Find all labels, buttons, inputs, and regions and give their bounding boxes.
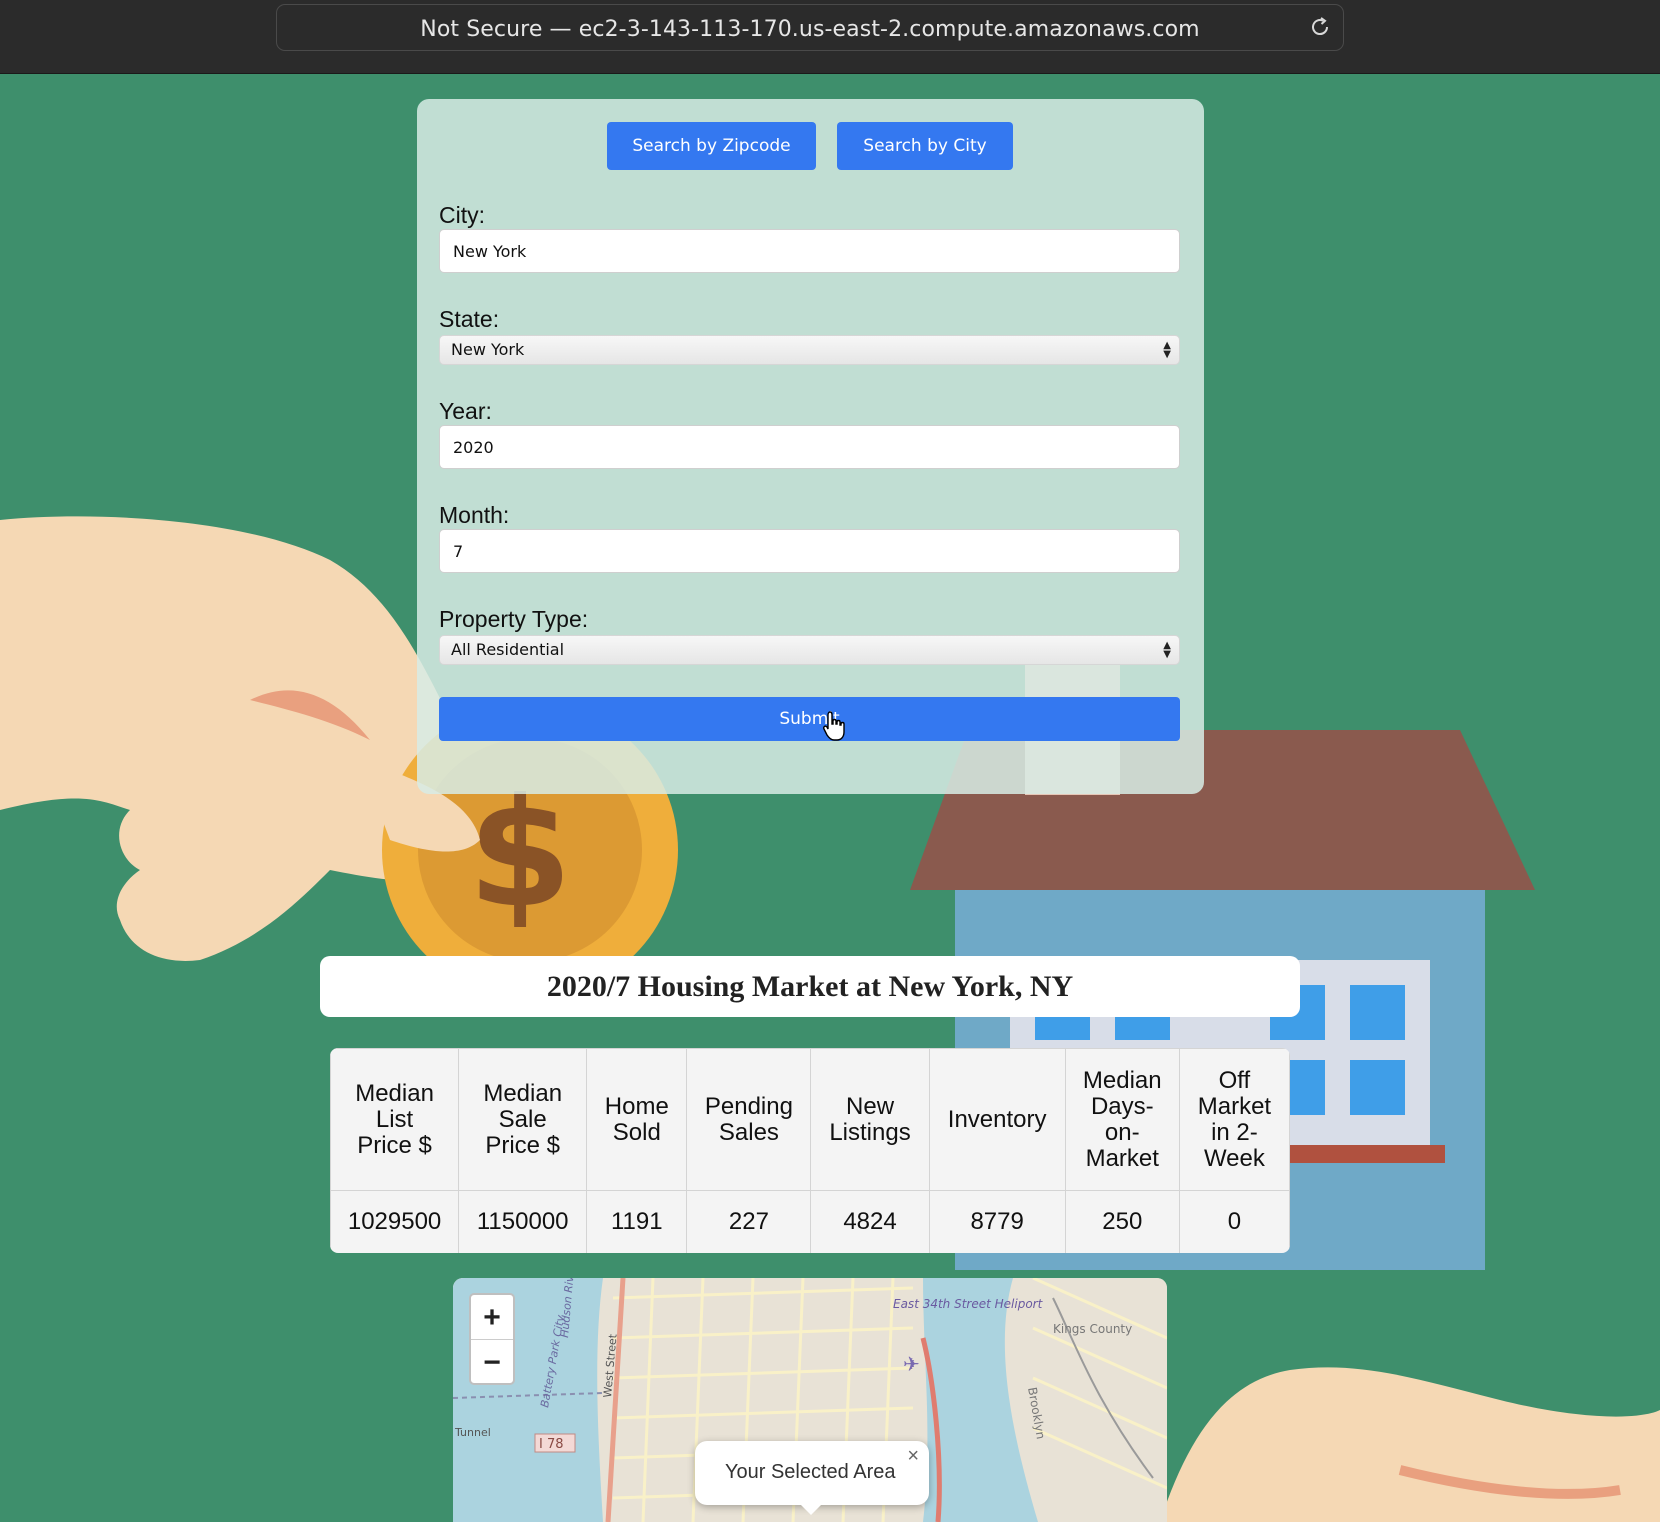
column-header-line: Price $ [485,1131,561,1159]
table-cell: 1029500 [330,1190,460,1253]
map[interactable]: I 78 Tunnel East 34th Street Heliport Ki… [453,1278,1167,1522]
column-header-line: Market [1197,1092,1272,1120]
column-header-line: Median [1082,1066,1162,1094]
table-cell: 227 [686,1190,812,1253]
popup-close-icon[interactable]: × [907,1445,919,1468]
select-arrows-icon: ▲ ▼ [1163,340,1171,360]
column-header: Median List Price $ [330,1048,460,1191]
column-header-line: List [375,1105,414,1133]
airplane-icon: ✈ [903,1352,920,1376]
column-header-line: Sales [718,1118,779,1146]
table-cell: 8779 [928,1190,1066,1253]
column-header-line: Listings [829,1118,911,1146]
year-input[interactable]: 2020 [439,425,1180,469]
hand-cursor-icon [823,711,845,741]
column-header-line: Median [355,1079,434,1107]
column-header-line: Sale [498,1105,547,1133]
table-cell: 1191 [586,1190,688,1253]
submit-button[interactable]: Submit [439,697,1180,741]
table-cell: 4824 [810,1190,930,1253]
address-bar[interactable]: Not Secure — ec2-3-143-113-170.us-east-2… [276,4,1344,51]
column-header: Pending Sales [686,1048,812,1191]
property-type-select[interactable]: All Residential ▲ ▼ [439,635,1180,665]
map-popup: Your Selected Area × [695,1441,929,1515]
map-label-kings-county: Kings County [1053,1322,1132,1336]
column-header-line: Sold [612,1118,661,1146]
column-header: Off Market in 2- Week [1178,1048,1290,1191]
search-form-card: Search by Zipcode Search by City City: N… [417,99,1204,794]
column-header-line: Week [1203,1144,1265,1172]
property-type-select-value: All Residential [451,640,565,659]
market-table: Median List Price $ Median Sale Price $ Home So… [330,1048,1290,1253]
search-by-zipcode-button[interactable]: Search by Zipcode [607,122,816,170]
zoom-in-button[interactable]: + [471,1295,513,1340]
search-by-city-button[interactable]: Search by City [837,122,1013,170]
column-header-line: Home [604,1092,669,1120]
column-header: Inventory [928,1048,1066,1191]
table-header-row: Median List Price $ Median Sale Price $ Home So… [330,1048,1290,1191]
popup-tip [799,1503,823,1515]
column-header-line: Off [1218,1066,1251,1094]
column-header: Median Days-on- Market [1064,1048,1180,1191]
city-label: City: [439,202,485,228]
table-row: 1029500 1150000 1191 227 4824 8779 250 0 [330,1190,1290,1253]
table-cell: 250 [1064,1190,1180,1253]
property-type-label: Property Type: [439,606,589,632]
map-label-heliport: East 34th Street Heliport [893,1297,1044,1311]
state-select-value: New York [451,340,525,359]
month-label: Month: [439,502,510,528]
zoom-control: + − [469,1293,515,1385]
popup-text: Your Selected Area [725,1461,896,1483]
month-input[interactable]: 7 [439,529,1180,573]
select-arrows-icon: ▲ ▼ [1163,640,1171,660]
reload-icon[interactable] [1307,14,1333,40]
column-header: New Listings [810,1048,930,1191]
column-header: Median Sale Price $ [458,1048,588,1191]
year-label: Year: [439,398,492,424]
column-header-line: Pending [704,1092,793,1120]
hand-right-shape [1160,1367,1660,1522]
column-header-line: on- [1104,1118,1140,1146]
column-header-line: Inventory [947,1105,1047,1133]
zoom-out-button[interactable]: − [471,1340,513,1385]
address-text: Not Secure — ec2-3-143-113-170.us-east-2… [420,17,1200,42]
column-header-line: Days- [1090,1092,1154,1120]
column-header: Home Sold [586,1048,688,1191]
column-header-line: Median [483,1079,563,1107]
browser-toolbar: Not Secure — ec2-3-143-113-170.us-east-2… [0,0,1660,74]
house-window-pane [1350,985,1405,1040]
state-label: State: [439,306,500,332]
state-select[interactable]: New York ▲ ▼ [439,335,1180,365]
result-title: 2020/7 Housing Market at New York, NY [320,956,1300,1017]
city-input[interactable]: New York [439,229,1180,273]
column-header-line: in 2- [1211,1118,1258,1146]
column-header-line: Market [1085,1144,1159,1172]
column-header-line: Price $ [357,1131,432,1159]
house-window-pane [1350,1060,1405,1115]
map-label-route: I 78 [539,1437,564,1452]
column-header-line: New [846,1092,895,1120]
map-label-tunnel: Tunnel [454,1426,491,1439]
table-cell: 1150000 [458,1190,588,1253]
table-cell: 0 [1178,1190,1290,1253]
